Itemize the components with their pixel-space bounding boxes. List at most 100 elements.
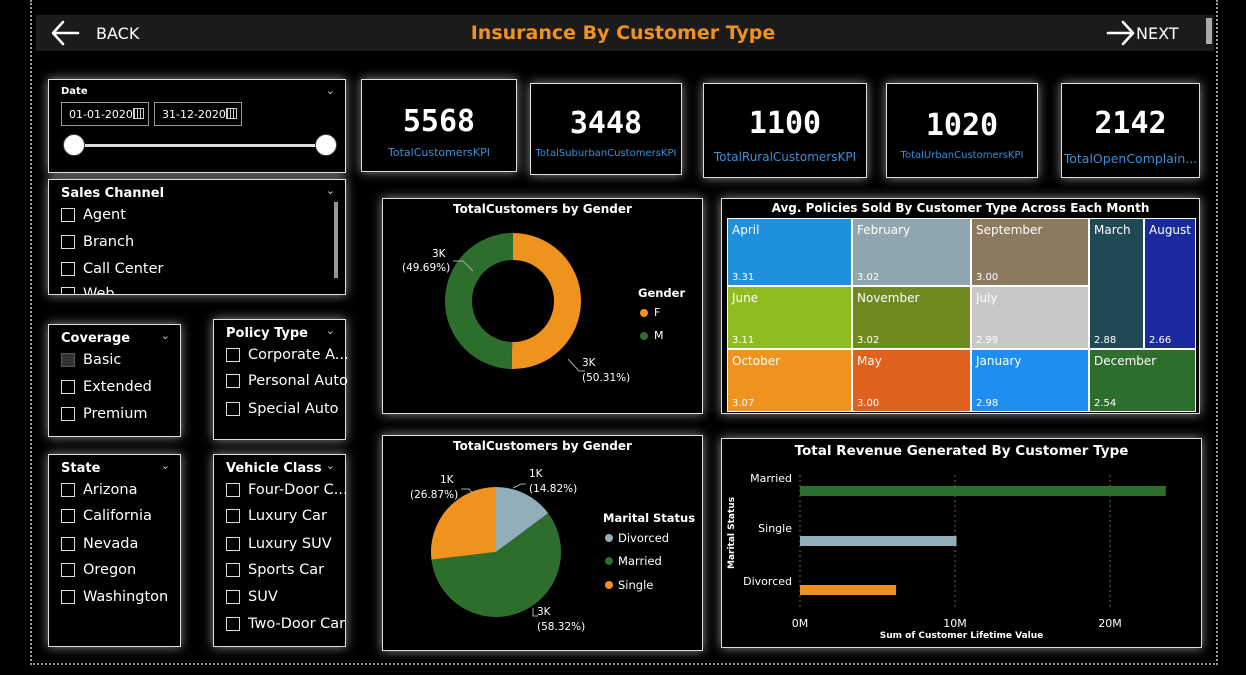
date-start-input[interactable]: 01-01-2020 — [61, 102, 149, 126]
pie-slice-f[interactable] — [511, 233, 581, 369]
policies-treemap: Avg. Policies Sold By Customer Type Acro… — [721, 198, 1200, 414]
legend-item[interactable]: F — [640, 306, 660, 319]
kpi-card: 3448 TotalSuburbanCustomersKPI — [530, 83, 682, 175]
treemap-cell-value: 2.54 — [1094, 398, 1117, 409]
date-range-end-handle[interactable] — [315, 134, 337, 156]
checkbox[interactable] — [226, 483, 240, 497]
calendar-icon[interactable] — [133, 108, 144, 119]
bar-single[interactable] — [800, 536, 957, 546]
date-slicer: Date ⌄ 01-01-2020 31-12-2020 — [48, 79, 346, 173]
vehicle-class-option[interactable]: SUV — [226, 589, 278, 605]
checkbox[interactable] — [226, 537, 240, 551]
treemap-cell-september[interactable]: September 3.00 — [971, 218, 1089, 286]
bar-divorced[interactable] — [800, 585, 897, 595]
vehicle-class-option[interactable]: Luxury Car — [226, 508, 327, 524]
treemap-cell-april[interactable]: April 3.31 — [727, 218, 852, 286]
checkbox[interactable] — [61, 407, 75, 421]
state-option[interactable]: Arizona — [61, 482, 137, 498]
policy-type-option[interactable]: Personal Auto — [226, 373, 348, 389]
treemap-cell-february[interactable]: February 3.02 — [852, 218, 971, 286]
coverage-option[interactable]: Basic — [61, 352, 121, 368]
chevron-down-icon[interactable]: ⌄ — [161, 329, 170, 342]
treemap-cell-january[interactable]: January 2.98 — [971, 349, 1089, 412]
treemap-cell-july[interactable]: July 2.99 — [971, 286, 1089, 349]
bar-married[interactable] — [800, 486, 1166, 496]
date-range-start-handle[interactable] — [63, 134, 85, 156]
sales-channel-option[interactable]: Web — [61, 286, 115, 295]
checkbox[interactable] — [226, 402, 240, 416]
treemap-cell-may[interactable]: May 3.00 — [852, 349, 971, 412]
chevron-down-icon[interactable]: ⌄ — [326, 84, 335, 97]
treemap-cell-august[interactable]: August 2.66 — [1144, 218, 1196, 349]
checkbox[interactable] — [61, 590, 75, 604]
kpi-label: TotalUrbanCustomersKPI — [900, 150, 1024, 161]
checkbox[interactable] — [61, 380, 75, 394]
option-label: Special Auto — [248, 401, 339, 417]
vehicle-class-option[interactable]: Two-Door Car — [226, 616, 345, 632]
checkbox[interactable] — [61, 262, 75, 276]
chevron-down-icon[interactable]: ⌄ — [326, 459, 335, 472]
legend-item[interactable]: Single — [605, 578, 653, 592]
treemap-cell-december[interactable]: December 2.54 — [1089, 349, 1196, 412]
state-option[interactable]: Oregon — [61, 562, 136, 578]
kpi-value: 3448 — [569, 106, 643, 141]
policy-type-option[interactable]: Corporate A... — [226, 347, 349, 363]
gender-donut-chart: TotalCustomers by Gender 3K (49.69%) 3K … — [382, 198, 703, 414]
checkbox[interactable] — [61, 509, 75, 523]
checkbox[interactable] — [226, 563, 240, 577]
checkbox[interactable] — [61, 563, 75, 577]
checkbox[interactable] — [226, 374, 240, 388]
checkbox[interactable] — [61, 353, 75, 367]
legend-item[interactable]: M — [640, 329, 664, 342]
vehicle-class-option[interactable]: Sports Car — [226, 562, 324, 578]
page-scrollbar[interactable] — [1206, 18, 1212, 44]
option-label: SUV — [248, 589, 278, 605]
treemap-cell-value: 2.66 — [1149, 335, 1172, 346]
checkbox[interactable] — [61, 287, 75, 294]
chevron-down-icon[interactable]: ⌄ — [326, 184, 335, 197]
state-option[interactable]: California — [61, 508, 152, 524]
coverage-option[interactable]: Premium — [61, 406, 148, 422]
chart-title: Avg. Policies Sold By Customer Type Acro… — [771, 201, 1150, 215]
chevron-down-icon[interactable]: ⌄ — [326, 324, 335, 337]
bar-svg: 0M 10M 20M Married Single Divorced — [743, 472, 1166, 630]
vehicle-class-option[interactable]: Luxury SUV — [226, 536, 332, 552]
next-button[interactable]: NEXT — [1106, 18, 1179, 48]
checkbox[interactable] — [61, 483, 75, 497]
treemap-cell-value: 3.02 — [857, 335, 880, 346]
kpi-value: 2142 — [1094, 106, 1167, 141]
treemap-cell-june[interactable]: June 3.11 — [727, 286, 852, 349]
sales-channel-option[interactable]: Call Center — [61, 261, 163, 277]
calendar-icon[interactable] — [226, 108, 237, 119]
chevron-down-icon[interactable]: ⌄ — [161, 459, 170, 472]
checkbox[interactable] — [61, 537, 75, 551]
pie-slice-m[interactable] — [444, 233, 513, 369]
sales-channel-option[interactable]: Branch — [61, 234, 134, 250]
option-label: Web — [83, 286, 115, 295]
coverage-option[interactable]: Extended — [61, 379, 152, 395]
sales-channel-option[interactable]: Agent — [61, 207, 126, 223]
treemap-cell-value: 3.31 — [732, 272, 755, 283]
state-option[interactable]: Nevada — [61, 536, 138, 552]
checkbox[interactable] — [61, 208, 75, 222]
legend-item[interactable]: Divorced — [605, 531, 669, 545]
policy-type-option[interactable]: Special Auto — [226, 401, 339, 417]
vehicle-class-option[interactable]: Four-Door C... — [226, 482, 348, 498]
state-option[interactable]: Washington — [61, 589, 168, 605]
option-label: Nevada — [83, 536, 139, 552]
treemap-cell-march[interactable]: March 2.88 — [1089, 218, 1144, 349]
legend-swatch — [605, 557, 613, 565]
legend-title: Marital Status — [603, 511, 696, 525]
date-end-input[interactable]: 31-12-2020 — [154, 102, 242, 126]
treemap-cell-october[interactable]: October 3.07 — [727, 349, 852, 412]
treemap-cell-november[interactable]: November 3.02 — [852, 286, 971, 349]
checkbox[interactable] — [61, 235, 75, 249]
checkbox[interactable] — [226, 509, 240, 523]
data-label: (26.87%) — [410, 489, 459, 501]
legend-item[interactable]: Married — [605, 554, 662, 568]
checkbox[interactable] — [226, 590, 240, 604]
slicer-scrollbar[interactable] — [334, 202, 338, 278]
checkbox[interactable] — [226, 348, 240, 362]
leader-line — [512, 483, 526, 489]
checkbox[interactable] — [226, 617, 240, 631]
